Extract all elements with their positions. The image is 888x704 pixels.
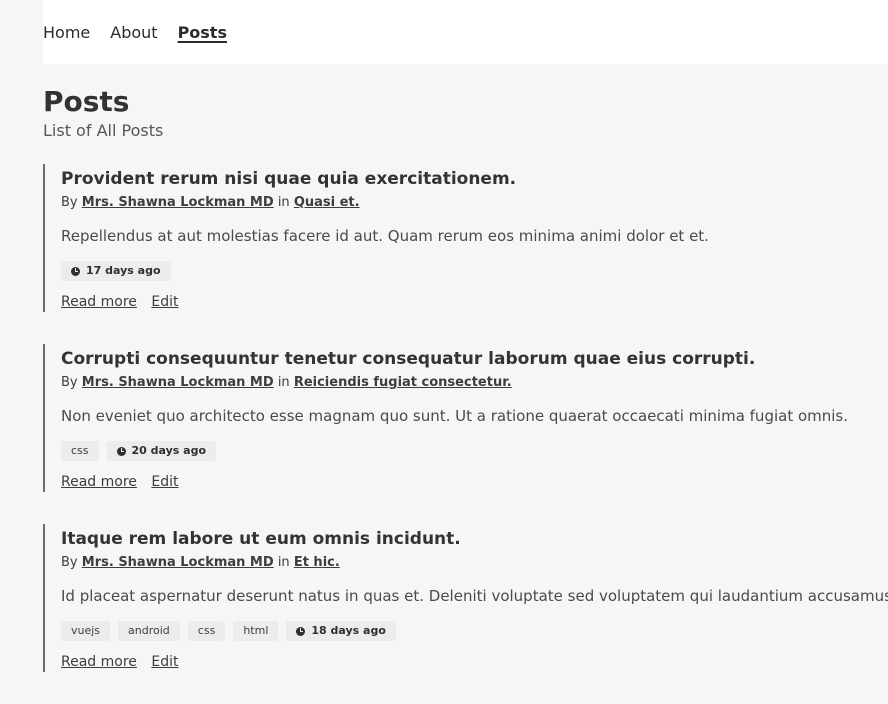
tag-vuejs[interactable]: vuejs (61, 621, 111, 641)
post-title: Provident rerum nisi quae quia exercitat… (61, 169, 517, 189)
post-title: Itaque rem labore ut eum omnis incidunt. (61, 529, 461, 549)
by-label: By (61, 195, 78, 210)
in-label: in (277, 555, 290, 570)
in-label: in (277, 195, 290, 210)
read-more-link[interactable]: Read more (61, 654, 137, 670)
post-actions: Read more Edit (61, 652, 888, 672)
by-label: By (61, 555, 78, 570)
page-header: Posts List of All Posts (43, 84, 163, 142)
by-label: By (61, 375, 78, 390)
category-link[interactable]: Et hic. (294, 555, 340, 570)
edit-link[interactable]: Edit (151, 474, 178, 490)
tag-list: css 20 days ago (61, 440, 888, 462)
read-more-link[interactable]: Read more (61, 474, 137, 490)
tag-html[interactable]: html (233, 621, 279, 641)
clock-icon (296, 626, 306, 636)
nav-link-about[interactable]: About (110, 23, 157, 42)
post-excerpt: Repellendus at aut molestias facere id a… (61, 227, 709, 245)
author-link[interactable]: Mrs. Shawna Lockman MD (82, 195, 274, 210)
post-list: Provident rerum nisi quae quia exercitat… (43, 164, 888, 704)
clock-icon (116, 446, 126, 456)
post-excerpt: Id placeat aspernatur deserunt natus in … (61, 587, 888, 605)
post-item: Provident rerum nisi quae quia exercitat… (43, 164, 888, 312)
author-link[interactable]: Mrs. Shawna Lockman MD (82, 375, 274, 390)
post-item: Corrupti consequuntur tenetur consequatu… (43, 344, 888, 492)
post-meta: By Mrs. Shawna Lockman MD in Quasi et. (61, 194, 888, 212)
edit-link[interactable]: Edit (151, 294, 178, 310)
time-badge: 18 days ago (286, 621, 396, 641)
tag-android[interactable]: android (118, 621, 180, 641)
tag-css[interactable]: css (61, 441, 99, 461)
time-text: 18 days ago (311, 624, 386, 637)
nav-link-posts[interactable]: Posts (178, 23, 227, 42)
nav-link-home[interactable]: Home (43, 23, 90, 42)
time-badge: 17 days ago (61, 261, 171, 281)
author-link[interactable]: Mrs. Shawna Lockman MD (82, 555, 274, 570)
post-title: Corrupti consequuntur tenetur consequatu… (61, 349, 756, 369)
post-meta: By Mrs. Shawna Lockman MD in Reiciendis … (61, 374, 888, 392)
post-actions: Read more Edit (61, 472, 888, 492)
time-text: 20 days ago (131, 444, 207, 457)
category-link[interactable]: Quasi et. (294, 195, 360, 210)
time-badge: 20 days ago (106, 441, 217, 461)
clock-icon (71, 266, 80, 276)
edit-link[interactable]: Edit (151, 654, 178, 670)
tag-list: vuejs android css html 18 days ago (61, 620, 888, 642)
post-actions: Read more Edit (61, 292, 888, 312)
category-link[interactable]: Reiciendis fugiat consectetur. (294, 375, 512, 390)
top-navigation: Home About Posts (43, 0, 888, 64)
in-label: in (277, 375, 290, 390)
page-subtitle: List of All Posts (43, 121, 164, 140)
post-excerpt: Non eveniet quo architecto esse magnam q… (61, 407, 849, 425)
tag-css[interactable]: css (187, 621, 226, 641)
time-text: 17 days ago (86, 264, 161, 277)
tag-list: 17 days ago (61, 260, 888, 282)
post-item: Itaque rem labore ut eum omnis incidunt.… (43, 524, 888, 672)
post-meta: By Mrs. Shawna Lockman MD in Et hic. (61, 554, 888, 572)
read-more-link[interactable]: Read more (61, 294, 137, 310)
page-title: Posts (43, 85, 130, 118)
